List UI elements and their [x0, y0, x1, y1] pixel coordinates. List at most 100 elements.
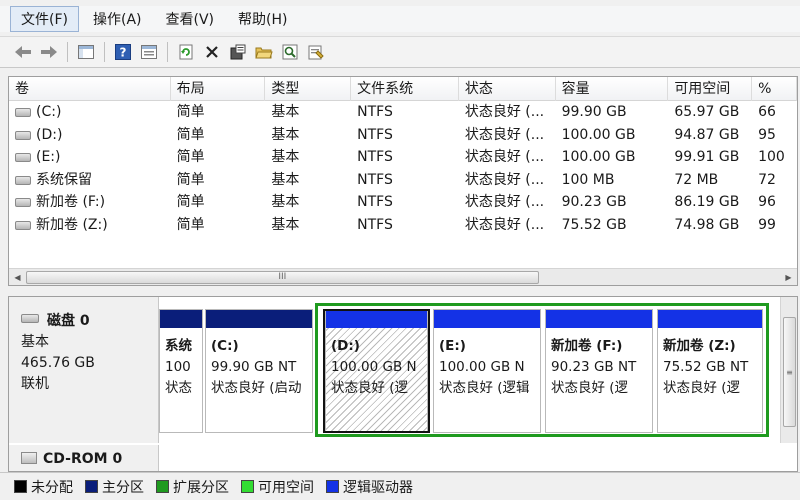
scroll-right-icon[interactable]: ▶	[780, 269, 797, 286]
cdrom-0-info[interactable]: CD-ROM 0	[9, 445, 159, 471]
free-space-cell: 99.91 GB	[674, 149, 740, 166]
partition-z[interactable]: 新加卷 (Z:) 75.52 GB NT 状态良好 (逻	[657, 309, 763, 433]
vertical-scrollbar[interactable]: ≡	[780, 297, 797, 443]
capacity-cell: 90.23 GB	[561, 194, 627, 211]
menu-view[interactable]: 查看(V)	[156, 7, 225, 31]
help-icon[interactable]: ?	[110, 40, 136, 64]
partition-name: (E:)	[439, 338, 466, 354]
percent-cell: 96	[758, 194, 776, 211]
partition-size: 75.52 GB NT	[663, 359, 749, 375]
delete-icon[interactable]	[199, 40, 225, 64]
type-cell: 基本	[271, 104, 300, 120]
legend-item: 扩展分区	[156, 477, 229, 497]
column-volume[interactable]: 卷	[9, 77, 171, 101]
table-row[interactable]: (C:) 简单 基本 NTFS 状态良好 (... 99.90 GB 65.97…	[9, 101, 797, 124]
table-row[interactable]: 系统保留 简单 基本 NTFS 状态良好 (... 100 MB 72 MB 7…	[9, 169, 797, 192]
partition-name: 新加卷 (F:)	[551, 338, 623, 354]
legend-item: 主分区	[85, 477, 144, 497]
status-cell: 状态良好 (...	[464, 149, 545, 166]
capacity-cell: 99.90 GB	[561, 104, 627, 120]
filesystem-cell: NTFS	[357, 216, 393, 233]
scroll-thumb[interactable]: ≡	[783, 317, 796, 427]
disk-properties-icon[interactable]	[225, 40, 251, 64]
partition-size: 100	[165, 359, 191, 375]
percent-cell: 95	[758, 126, 776, 143]
filesystem-cell: NTFS	[357, 104, 393, 120]
partition-f[interactable]: 新加卷 (F:) 90.23 GB NT 状态良好 (逻	[545, 309, 653, 433]
layout-cell: 简单	[176, 149, 205, 166]
column-percent-free[interactable]: %	[752, 77, 797, 101]
capacity-cell: 75.52 GB	[561, 216, 627, 233]
settings-icon[interactable]	[303, 40, 329, 64]
status-cell: 状态良好 (...	[464, 171, 545, 188]
search-icon[interactable]	[277, 40, 303, 64]
partition-c[interactable]: (C:) 99.90 GB NT 状态良好 (启动	[205, 309, 313, 433]
partition-size: 100.00 GB N	[439, 359, 525, 375]
partition-system-reserved[interactable]: 系统 100 状态	[159, 309, 203, 433]
console-tree-icon[interactable]	[73, 40, 99, 64]
type-cell: 基本	[271, 216, 300, 233]
disk-type: 基本	[21, 334, 49, 350]
disk-0-info[interactable]: 磁盘 0 基本 465.76 GB 联机	[9, 297, 159, 443]
free-space-cell: 86.19 GB	[674, 194, 740, 211]
arrow-right-icon[interactable]	[36, 40, 62, 64]
disk-graphical-view: 磁盘 0 基本 465.76 GB 联机 系统 100 状态 (C:) 99.9…	[8, 296, 798, 472]
toolbar-separator	[67, 42, 68, 62]
menu-bar: 文件(F) 操作(A) 查看(V) 帮助(H)	[0, 6, 800, 32]
partition-status: 状态良好 (逻	[551, 380, 629, 396]
volume-name: 新加卷 (F:)	[36, 194, 106, 211]
disk-name: 磁盘 0	[47, 313, 90, 329]
open-folder-icon[interactable]	[251, 40, 277, 64]
layout-cell: 简单	[176, 171, 205, 188]
table-header: 卷 布局 类型 文件系统 状态 容量 可用空间 %	[9, 77, 797, 101]
layout-cell: 简单	[176, 216, 205, 233]
table-row[interactable]: 新加卷 (F:) 简单 基本 NTFS 状态良好 (... 90.23 GB 8…	[9, 191, 797, 214]
drive-icon	[15, 198, 31, 208]
status-cell: 状态良好 (...	[464, 194, 545, 211]
table-row[interactable]: (E:) 简单 基本 NTFS 状态良好 (... 100.00 GB 99.9…	[9, 146, 797, 169]
cdrom-name: CD-ROM 0	[43, 451, 123, 467]
percent-cell: 100	[758, 149, 785, 166]
free-space-cell: 94.87 GB	[674, 126, 740, 143]
column-status[interactable]: 状态	[459, 77, 556, 101]
disk-size: 465.76 GB	[21, 355, 95, 371]
layout-cell: 简单	[176, 194, 205, 211]
partition-name: 新加卷 (Z:)	[663, 338, 736, 354]
horizontal-scrollbar[interactable]: ◀ III ▶	[9, 268, 797, 285]
type-cell: 基本	[271, 194, 300, 211]
column-filesystem[interactable]: 文件系统	[351, 77, 459, 101]
filesystem-cell: NTFS	[357, 171, 393, 188]
drive-icon	[15, 130, 31, 140]
column-layout[interactable]: 布局	[171, 77, 266, 101]
layout-cell: 简单	[176, 104, 205, 120]
legend-item: 未分配	[14, 477, 73, 497]
partition-status: 状态	[165, 380, 192, 396]
volume-name: 新加卷 (Z:)	[36, 216, 108, 233]
column-free-space[interactable]: 可用空间	[668, 77, 753, 101]
properties-icon[interactable]	[136, 40, 162, 64]
scroll-thumb[interactable]: III	[26, 270, 539, 284]
arrow-left-icon[interactable]	[10, 40, 36, 64]
menu-action[interactable]: 操作(A)	[83, 7, 152, 31]
column-type[interactable]: 类型	[265, 77, 352, 101]
svg-text:?: ?	[120, 46, 127, 60]
drive-icon	[15, 153, 31, 163]
free-space-cell: 74.98 GB	[674, 216, 740, 233]
type-cell: 基本	[271, 149, 300, 166]
legend-label: 扩展分区	[173, 479, 229, 496]
scroll-left-icon[interactable]: ◀	[9, 269, 26, 286]
table-row[interactable]: (D:) 简单 基本 NTFS 状态良好 (... 100.00 GB 94.8…	[9, 124, 797, 147]
refresh-icon[interactable]	[173, 40, 199, 64]
volume-name: (C:)	[36, 104, 62, 120]
percent-cell: 99	[758, 216, 776, 233]
scroll-track[interactable]: III	[26, 269, 780, 286]
menu-file[interactable]: 文件(F)	[10, 6, 79, 32]
menu-help[interactable]: 帮助(H)	[228, 7, 297, 31]
partition-e[interactable]: (E:) 100.00 GB N 状态良好 (逻辑	[433, 309, 541, 433]
table-row[interactable]: 新加卷 (Z:) 简单 基本 NTFS 状态良好 (... 75.52 GB 7…	[9, 214, 797, 237]
column-capacity[interactable]: 容量	[556, 77, 669, 101]
toolbar-separator	[104, 42, 105, 62]
legend-item: 可用空间	[241, 477, 314, 497]
status-cell: 状态良好 (...	[464, 126, 545, 143]
capacity-cell: 100 MB	[561, 171, 615, 188]
